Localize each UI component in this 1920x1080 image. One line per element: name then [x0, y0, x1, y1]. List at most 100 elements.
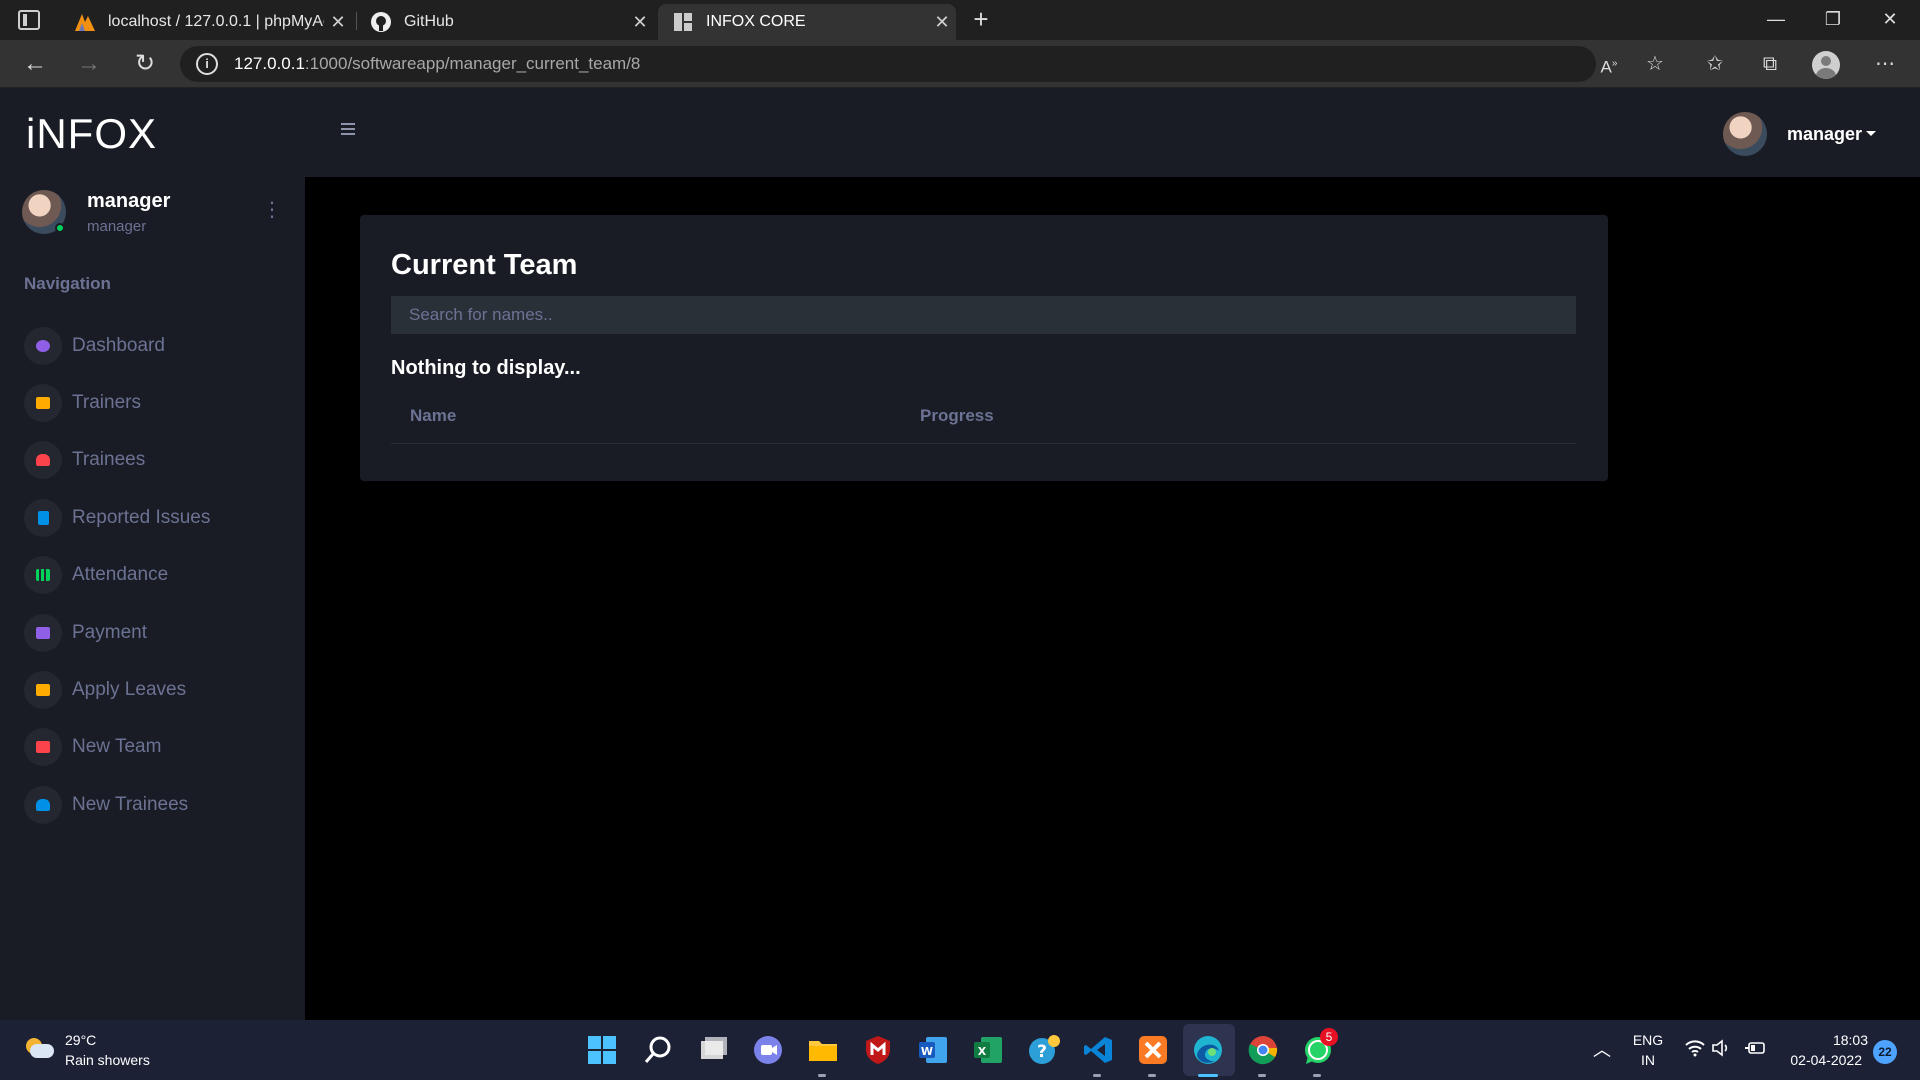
- battery-icon[interactable]: [1744, 1039, 1768, 1061]
- empty-state-message: Nothing to display...: [391, 357, 581, 379]
- new-tab-button[interactable]: +: [964, 4, 998, 36]
- windows-start-icon[interactable]: [588, 1036, 616, 1064]
- file-explorer-icon[interactable]: [808, 1035, 838, 1065]
- document-icon: [24, 499, 62, 537]
- wifi-icon[interactable]: [1684, 1039, 1706, 1061]
- profile-menu-icon[interactable]: ⋮: [262, 198, 282, 222]
- sidebar-item-label: Attendance: [72, 564, 169, 585]
- sidebar-item-trainers[interactable]: Trainers: [24, 383, 294, 423]
- forward-icon[interactable]: →: [72, 48, 106, 80]
- chevron-down-icon[interactable]: [1866, 131, 1876, 136]
- laptop-icon: [24, 384, 62, 422]
- page-title: Current Team: [391, 249, 578, 281]
- more-options-icon[interactable]: ⋯: [1868, 48, 1902, 80]
- edge-icon[interactable]: [1193, 1035, 1223, 1065]
- collections-icon[interactable]: ⧉: [1753, 48, 1787, 80]
- get-help-icon[interactable]: ?: [1028, 1035, 1060, 1065]
- sidebar-item-reported-issues[interactable]: Reported Issues: [24, 498, 294, 538]
- hamburger-menu-icon[interactable]: [341, 123, 355, 135]
- task-view-icon[interactable]: [698, 1035, 728, 1065]
- close-window-icon[interactable]: ✕: [1862, 0, 1918, 40]
- header-user-name[interactable]: manager: [1787, 124, 1862, 145]
- sidebar-item-label: Payment: [72, 622, 147, 643]
- running-indicator: [1313, 1074, 1321, 1077]
- add-favorite-icon[interactable]: ☆: [1638, 48, 1672, 80]
- browser-tab-infox-core[interactable]: INFOX CORE ✕: [658, 4, 956, 40]
- profile-role: manager: [87, 218, 147, 235]
- sidebar-item-label: New Team: [72, 736, 162, 757]
- tab-title: GitHub: [404, 13, 454, 30]
- refresh-icon[interactable]: ↻: [128, 48, 162, 80]
- close-tab-icon[interactable]: ✕: [626, 12, 654, 33]
- clock-time[interactable]: 18:03: [1778, 1032, 1868, 1048]
- sidebar-item-dashboard[interactable]: Dashboard: [24, 326, 294, 366]
- excel-icon[interactable]: X: [973, 1035, 1003, 1065]
- sidebar-item-payment[interactable]: Payment: [24, 613, 294, 653]
- read-aloud-icon[interactable]: A»: [1592, 48, 1626, 80]
- svg-text:X: X: [978, 1045, 987, 1058]
- sidebar-item-label: New Trainees: [72, 794, 189, 815]
- sidebar-item-new-trainees[interactable]: New Trainees: [24, 785, 294, 825]
- bar-chart-icon: [24, 556, 62, 594]
- sidebar-item-label: Reported Issues: [72, 507, 211, 528]
- region-indicator[interactable]: IN: [1628, 1052, 1668, 1068]
- sidebar-item-attendance[interactable]: Attendance: [24, 555, 294, 595]
- clock-date[interactable]: 02-04-2022: [1778, 1052, 1862, 1068]
- page-icon: [672, 11, 694, 33]
- sidebar: iNFOX manager manager ⋮ Navigation Dashb…: [0, 88, 305, 1020]
- notification-badge: 5: [1320, 1028, 1338, 1046]
- sidebar-item-label: Trainers: [72, 392, 141, 413]
- running-indicator: [818, 1074, 826, 1077]
- weather-icon[interactable]: [26, 1038, 54, 1058]
- nav-section-title: Navigation: [24, 274, 111, 293]
- sidebar-item-label: Dashboard: [72, 335, 165, 356]
- sidebar-item-new-team[interactable]: New Team: [24, 727, 294, 767]
- avatar[interactable]: [1723, 112, 1767, 156]
- chat-icon[interactable]: [753, 1035, 783, 1065]
- svg-text:?: ?: [1037, 1042, 1047, 1062]
- chrome-icon[interactable]: [1248, 1035, 1278, 1065]
- minimize-icon[interactable]: —: [1748, 0, 1804, 40]
- taskbar: 29°C Rain showers W X ? 5 ︿ ENG IN 18:03…: [0, 1020, 1920, 1080]
- url-host: 127.0.0.1: [234, 54, 305, 73]
- restore-icon[interactable]: ❐: [1805, 0, 1861, 40]
- sidebar-item-apply-leaves[interactable]: Apply Leaves: [24, 670, 294, 710]
- browser-tab-github[interactable]: GitHub ✕: [356, 4, 654, 40]
- weather-description[interactable]: Rain showers: [65, 1052, 150, 1068]
- address-bar[interactable]: i 127.0.0.1:1000/softwareapp/manager_cur…: [180, 46, 1596, 82]
- language-indicator[interactable]: ENG: [1628, 1032, 1668, 1048]
- people-icon: [24, 441, 62, 479]
- profile-icon[interactable]: [1812, 51, 1840, 79]
- mcafee-icon[interactable]: [863, 1035, 893, 1065]
- word-icon[interactable]: W: [918, 1035, 948, 1065]
- current-team-card: Current Team Nothing to display... Name …: [360, 215, 1608, 481]
- weather-temperature[interactable]: 29°C: [65, 1032, 96, 1048]
- close-tab-icon[interactable]: ✕: [928, 12, 956, 33]
- favorites-icon[interactable]: ✩: [1698, 48, 1732, 80]
- running-indicator: [1093, 1074, 1101, 1077]
- tab-actions-icon[interactable]: [18, 10, 40, 30]
- profile-name: manager: [87, 190, 171, 212]
- folder-icon: [24, 728, 62, 766]
- sidebar-item-trainees[interactable]: Trainees: [24, 440, 294, 480]
- back-icon[interactable]: ←: [18, 48, 52, 80]
- vscode-icon[interactable]: [1083, 1035, 1113, 1065]
- running-indicator: [1148, 1074, 1156, 1077]
- browser-tab-phpmyadmin[interactable]: localhost / 127.0.0.1 | phpMyAdmin ✕: [60, 4, 352, 40]
- volume-icon[interactable]: [1711, 1039, 1733, 1061]
- search-icon[interactable]: [643, 1035, 673, 1065]
- search-input[interactable]: [391, 296, 1576, 334]
- xampp-icon[interactable]: [1138, 1035, 1168, 1065]
- table-divider: [391, 443, 1576, 444]
- close-tab-icon[interactable]: ✕: [324, 12, 352, 33]
- github-icon: [370, 11, 392, 33]
- site-info-icon[interactable]: i: [196, 53, 218, 75]
- notification-center-badge[interactable]: 22: [1873, 1040, 1897, 1064]
- svg-text:W: W: [921, 1045, 933, 1058]
- column-header-name: Name: [410, 406, 457, 425]
- chevron-up-icon[interactable]: ︿: [1587, 1035, 1617, 1065]
- message-icon: [24, 671, 62, 709]
- sidebar-item-label: Trainees: [72, 449, 146, 470]
- brand-logo[interactable]: iNFOX: [26, 110, 157, 158]
- phpmyadmin-icon: [74, 11, 96, 33]
